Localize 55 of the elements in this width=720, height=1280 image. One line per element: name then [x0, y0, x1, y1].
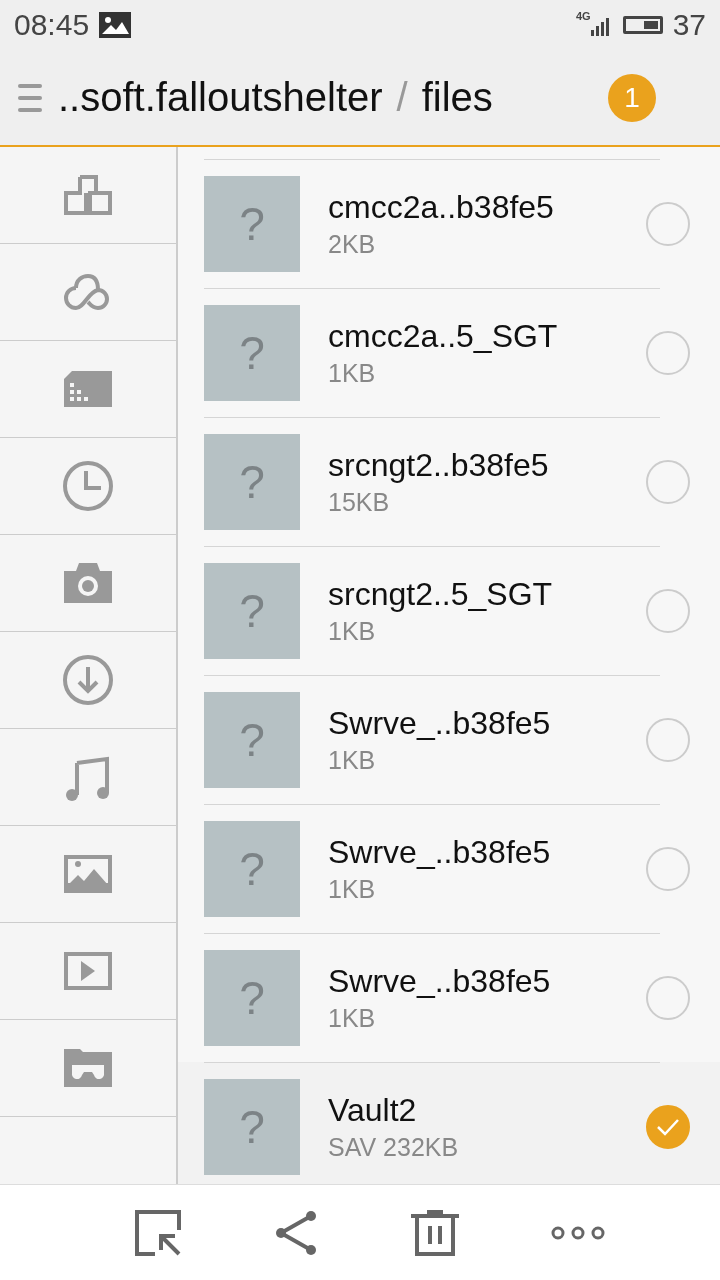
file-size: 1KB — [328, 617, 377, 646]
file-size: 1KB — [328, 875, 377, 904]
file-name[interactable]: Swrve_..b38fe5 — [328, 963, 646, 1000]
file-name[interactable]: Swrve_..b38fe5 — [328, 705, 646, 742]
network-type: 4G — [575, 10, 591, 22]
blocks-icon — [64, 175, 112, 215]
more-icon[interactable] — [551, 1225, 605, 1240]
path-segment[interactable]: ..soft.falloutshelter — [58, 75, 383, 120]
battery-icon — [622, 16, 663, 34]
play-icon — [64, 952, 112, 990]
image-notification-icon — [99, 12, 132, 38]
select-checkbox[interactable] — [646, 1105, 690, 1149]
select-checkbox[interactable] — [646, 847, 690, 891]
file-size: 1KB — [328, 746, 377, 775]
file-name[interactable]: srcngt2..b38fe5 — [328, 447, 646, 484]
file-size: 1KB — [328, 1004, 377, 1033]
file-size: SAV 232KB — [328, 1133, 460, 1162]
unknown-file-glyph: ? — [239, 584, 265, 638]
unknown-file-glyph: ? — [239, 713, 265, 767]
path-separator: / — [396, 75, 408, 120]
unknown-file-glyph: ? — [239, 326, 265, 380]
file-name[interactable]: cmcc2a..5_SGT — [328, 318, 646, 355]
select-checkbox[interactable] — [646, 589, 690, 633]
camera-icon — [64, 563, 112, 603]
unknown-file-glyph: ? — [239, 455, 265, 509]
select-checkbox[interactable] — [646, 202, 690, 246]
select-icon[interactable] — [135, 1209, 181, 1256]
status-time: 08:45 — [14, 8, 90, 42]
select-checkbox[interactable] — [646, 976, 690, 1020]
image-icon — [64, 855, 112, 893]
file-size: 2KB — [328, 230, 377, 259]
current-folder[interactable]: files — [421, 75, 493, 120]
file-name[interactable]: srcngt2..5_SGT — [328, 576, 646, 613]
file-size: 15KB — [328, 488, 391, 517]
trash-icon[interactable] — [411, 1209, 459, 1256]
glasses-folder-icon — [64, 1049, 112, 1087]
sd-card-icon — [64, 371, 112, 407]
menu-icon[interactable] — [18, 83, 42, 112]
unknown-file-glyph: ? — [239, 971, 265, 1025]
select-checkbox[interactable] — [646, 331, 690, 375]
unknown-file-glyph: ? — [239, 197, 265, 251]
select-checkbox[interactable] — [646, 718, 690, 762]
unknown-file-glyph: ? — [239, 842, 265, 896]
check-icon — [656, 1118, 680, 1136]
select-checkbox[interactable] — [646, 460, 690, 504]
file-name[interactable]: cmcc2a..b38fe5 — [328, 189, 646, 226]
unknown-file-glyph: ? — [239, 1100, 265, 1154]
download-icon — [63, 655, 113, 705]
selection-count-badge: 1 — [608, 73, 656, 122]
file-name[interactable]: Swrve_..b38fe5 — [328, 834, 646, 871]
file-name[interactable]: Vault2 — [328, 1092, 646, 1129]
share-icon[interactable] — [273, 1209, 319, 1256]
battery-percent: 37 — [672, 8, 706, 42]
clock-icon — [63, 461, 113, 511]
file-size: 1KB — [328, 359, 377, 388]
